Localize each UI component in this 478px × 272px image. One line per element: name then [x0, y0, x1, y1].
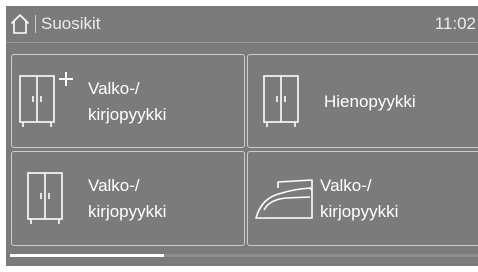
page-title: Suosikit	[41, 14, 101, 33]
favourite-tile-3[interactable]: Valko-/ kirjopyykki	[11, 151, 245, 246]
clock: 11:02	[434, 14, 476, 33]
tile-label-line2: kirjopyykki	[88, 202, 167, 221]
favourites-screen: Suosikit 11:02 Valko-/ kirjopyykki Hieno…	[6, 6, 478, 266]
header-separator	[35, 15, 36, 33]
iron-icon	[254, 178, 316, 222]
favourite-tile-4[interactable]: Valko-/ kirjopyykki	[247, 151, 478, 246]
tile-label: Hienopyykki	[324, 92, 416, 111]
home-icon[interactable]	[10, 13, 30, 35]
page-scroll-indicator	[10, 254, 478, 257]
favourite-tile-2[interactable]: Hienopyykki	[247, 54, 478, 148]
tile-label-line1: Valko-/	[320, 176, 372, 195]
tile-label-line1: Valko-/	[88, 79, 140, 98]
tile-label-line1: Valko-/	[88, 176, 140, 195]
status-bar: Suosikit 11:02	[6, 6, 478, 43]
wardrobe-icon	[262, 74, 302, 130]
favourite-tile-1[interactable]: Valko-/ kirjopyykki	[11, 54, 245, 148]
tile-label-line2: kirjopyykki	[88, 105, 167, 124]
tile-label-line2: kirjopyykki	[320, 202, 399, 221]
page-scroll-indicator-fill	[10, 254, 164, 257]
wardrobe-icon	[26, 171, 66, 227]
wardrobe-add-icon	[18, 72, 80, 128]
